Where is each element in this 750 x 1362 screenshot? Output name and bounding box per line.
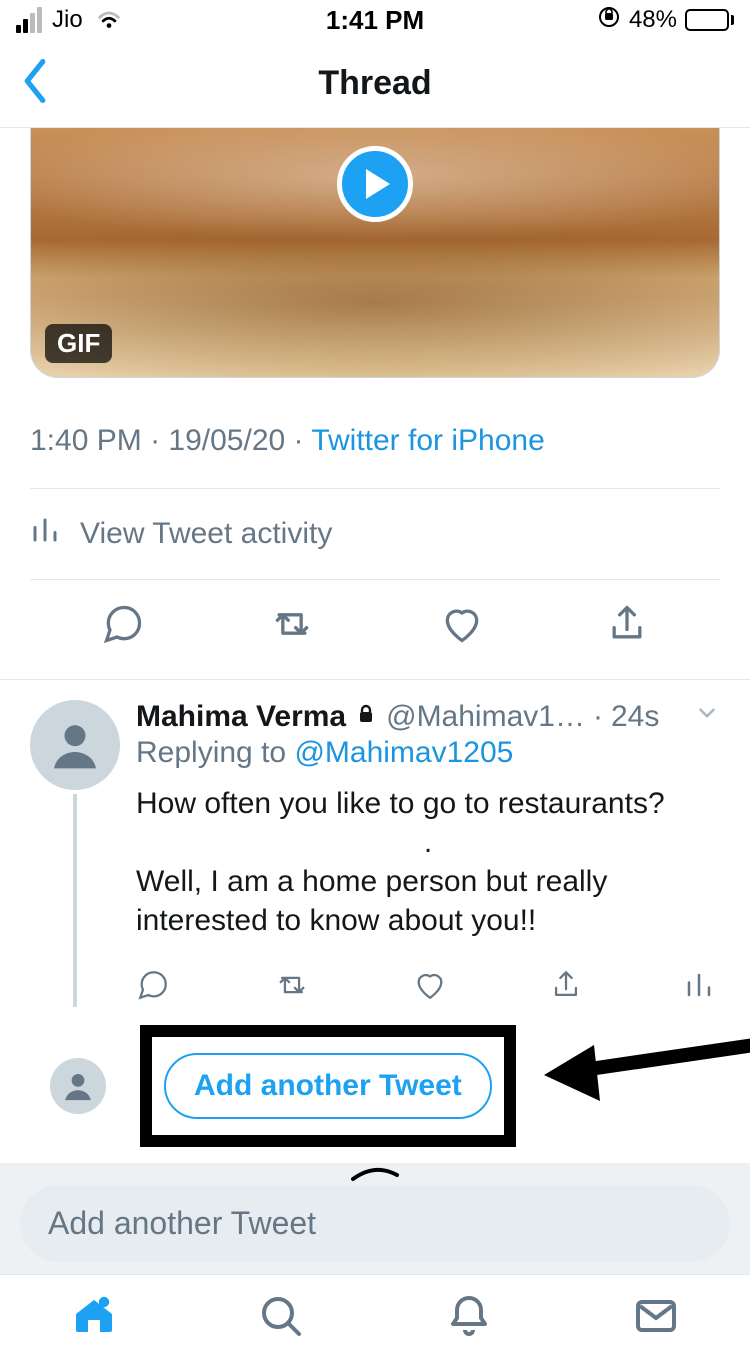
tweet-meta: 1:40 PM · 19/05/20 · Twitter for iPhone: [0, 378, 750, 488]
cell-signal-icon: [16, 7, 42, 33]
drag-handle-icon: [20, 1165, 730, 1177]
analytics-icon: [30, 515, 60, 553]
reply-line1: How often you like to go to restaurants?: [136, 784, 720, 823]
activity-label: View Tweet activity: [80, 517, 332, 551]
rotation-lock-icon: [597, 5, 621, 36]
chevron-down-icon[interactable]: [694, 700, 720, 734]
replying-to: Replying to @Mahimav1205: [136, 736, 720, 770]
wifi-icon: [95, 5, 123, 36]
tweet-time: 1:40 PM: [30, 424, 142, 457]
reply-time: 24s: [611, 700, 659, 734]
tab-home[interactable]: [70, 1292, 118, 1345]
view-tweet-activity[interactable]: View Tweet activity: [0, 489, 750, 579]
add-tweet-row: Add another Tweet: [0, 1007, 750, 1161]
analytics-icon[interactable]: [684, 970, 714, 1005]
annotation-highlight: Add another Tweet: [140, 1025, 516, 1147]
nav-header: Thread: [0, 40, 750, 128]
status-right: 48%: [597, 5, 734, 36]
battery-icon: [685, 9, 734, 31]
like-icon[interactable]: [413, 968, 447, 1007]
play-icon[interactable]: [337, 146, 413, 222]
replying-prefix: Replying to: [136, 736, 294, 769]
status-left: Jio: [16, 5, 123, 36]
reply-icon[interactable]: [101, 602, 145, 651]
share-icon[interactable]: [605, 602, 649, 651]
battery-percent: 48%: [629, 6, 677, 34]
avatar-small[interactable]: [50, 1058, 106, 1114]
carrier-label: Jio: [52, 6, 83, 34]
reply-tweet[interactable]: Mahima Verma @Mahimav1… · 24s Replying t…: [0, 680, 750, 1007]
like-icon[interactable]: [440, 602, 484, 651]
tweet-actions: [0, 580, 750, 680]
tab-bar: [0, 1274, 750, 1362]
tweet-media[interactable]: GIF: [30, 128, 720, 378]
reply-text: How often you like to go to restaurants?…: [136, 784, 720, 940]
reply-icon[interactable]: [136, 968, 170, 1007]
avatar[interactable]: [30, 700, 120, 790]
lock-icon: [354, 700, 378, 734]
tab-messages[interactable]: [632, 1292, 680, 1345]
thread-line: [73, 794, 77, 1007]
back-button[interactable]: [20, 59, 50, 108]
handle[interactable]: @Mahimav1…: [386, 700, 585, 734]
mention[interactable]: @Mahimav1205: [294, 736, 513, 769]
composer-input[interactable]: Add another Tweet: [20, 1185, 730, 1262]
tweet-source[interactable]: Twitter for iPhone: [311, 424, 544, 457]
annotation-arrow-icon: [524, 1021, 750, 1101]
page-title: Thread: [318, 64, 431, 103]
add-another-tweet-button[interactable]: Add another Tweet: [164, 1053, 492, 1119]
gif-badge: GIF: [45, 324, 112, 363]
reply-header: Mahima Verma @Mahimav1… · 24s: [136, 700, 720, 734]
status-bar: Jio 1:41 PM 48%: [0, 0, 750, 40]
reply-line2: Well, I am a home person but really inte…: [136, 862, 720, 940]
tab-search[interactable]: [257, 1292, 305, 1345]
share-icon[interactable]: [549, 968, 583, 1007]
composer-area: Add another Tweet: [0, 1163, 750, 1274]
retweet-icon[interactable]: [272, 968, 312, 1007]
display-name[interactable]: Mahima Verma: [136, 700, 346, 734]
tweet-date: 19/05/20: [168, 424, 285, 457]
retweet-icon[interactable]: [266, 602, 318, 651]
tab-notifications[interactable]: [445, 1292, 493, 1345]
reply-actions: [136, 968, 720, 1007]
